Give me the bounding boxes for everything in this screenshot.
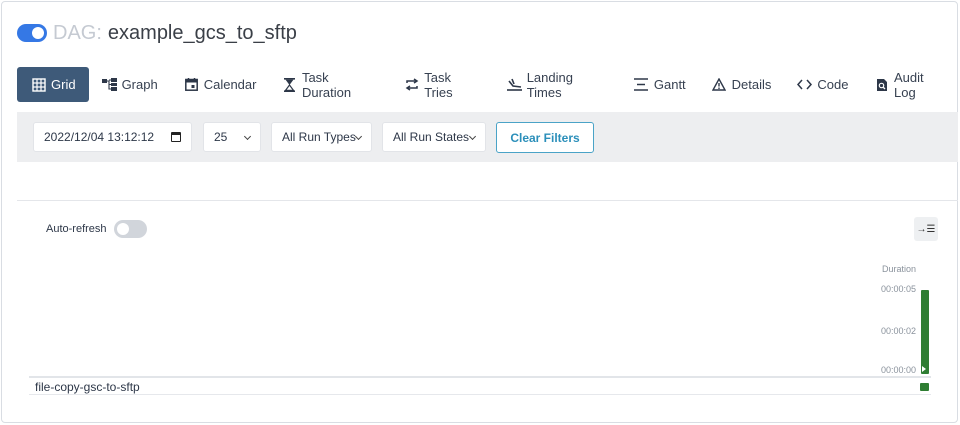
- filter-bar: 2022/12/04 13:12:12 25 All Run Types All…: [17, 112, 958, 162]
- duration-axis-label: Duration: [882, 264, 917, 274]
- expand-icon: →☰: [916, 223, 936, 235]
- tab-landing-times[interactable]: Landing Times: [494, 67, 621, 102]
- grid-header-divider: [29, 376, 931, 378]
- warning-triangle-icon: [712, 77, 727, 92]
- auto-refresh-control: Auto-refresh: [46, 220, 147, 238]
- divider: [17, 200, 958, 201]
- tab-task-tries[interactable]: Task Tries: [392, 67, 494, 102]
- hourglass-icon: [282, 77, 296, 92]
- expand-details-button[interactable]: →☰: [914, 217, 938, 241]
- base-date-value: 2022/12/04 13:12:12: [44, 130, 155, 144]
- num-runs-value: 25: [214, 130, 228, 144]
- chevron-down-icon: [354, 132, 363, 141]
- retry-icon: [405, 77, 419, 92]
- tab-grid[interactable]: Grid: [17, 67, 89, 102]
- gantt-icon: [634, 77, 649, 92]
- tab-label: Code: [817, 77, 849, 92]
- auto-refresh-label: Auto-refresh: [46, 223, 107, 235]
- view-tabs: Grid Graph Calendar Task Duration Task T…: [17, 67, 960, 102]
- dag-id: example_gcs_to_sftp: [107, 21, 297, 44]
- tab-label: Task Duration: [301, 69, 352, 100]
- dag-page: [1, 1, 958, 423]
- task-instance-cell[interactable]: [920, 383, 929, 391]
- tab-label: Calendar: [203, 77, 257, 92]
- chevron-down-icon: [243, 132, 252, 141]
- dag-pause-toggle[interactable]: [17, 24, 47, 42]
- duration-tick: 00:00:02: [881, 326, 917, 336]
- duration-tick: 00:00:00: [881, 365, 917, 375]
- landing-icon: [506, 77, 522, 92]
- dag-label: DAG:: [53, 21, 102, 44]
- tab-label: Gantt: [653, 77, 686, 92]
- audit-log-icon: [875, 77, 889, 92]
- code-icon: [797, 77, 813, 92]
- auto-refresh-toggle[interactable]: [113, 220, 147, 238]
- task-row[interactable]: file-copy-gsc-to-sftp: [29, 379, 931, 395]
- chevron-down-icon: [468, 132, 477, 141]
- base-date-input[interactable]: 2022/12/04 13:12:12: [33, 122, 192, 152]
- calendar-picker-icon[interactable]: [171, 132, 181, 142]
- dag-run-duration-bar[interactable]: [921, 290, 929, 374]
- tab-graph[interactable]: Graph: [89, 67, 171, 102]
- calendar-icon: [184, 77, 199, 92]
- num-runs-select[interactable]: 25: [203, 122, 261, 152]
- tab-label: Audit Log: [893, 69, 924, 100]
- grid-icon: [31, 77, 46, 92]
- run-types-value: All Run Types: [282, 130, 356, 144]
- tab-task-duration[interactable]: Task Duration: [269, 67, 391, 102]
- clear-filters-button[interactable]: Clear Filters: [496, 122, 594, 153]
- tab-label: Grid: [51, 77, 76, 92]
- tab-label: Graph: [121, 77, 158, 92]
- tab-label: Details: [731, 77, 772, 92]
- run-states-select[interactable]: All Run States: [382, 122, 486, 152]
- duration-tick: 00:00:05: [881, 284, 917, 294]
- dag-header: DAG: example_gcs_to_sftp: [17, 20, 297, 46]
- tab-label: Task Tries: [424, 69, 453, 100]
- tab-label: Landing Times: [526, 69, 573, 100]
- run-types-select[interactable]: All Run Types: [271, 122, 372, 152]
- play-icon: [922, 366, 926, 372]
- tab-gantt[interactable]: Gantt: [621, 67, 699, 102]
- tab-details[interactable]: Details: [699, 67, 785, 102]
- graph-icon: [101, 77, 117, 92]
- tab-code[interactable]: Code: [784, 67, 861, 102]
- task-name[interactable]: file-copy-gsc-to-sftp: [35, 380, 140, 394]
- run-states-value: All Run States: [393, 130, 470, 144]
- tab-audit-log[interactable]: Audit Log: [862, 67, 960, 102]
- tab-calendar[interactable]: Calendar: [171, 67, 270, 102]
